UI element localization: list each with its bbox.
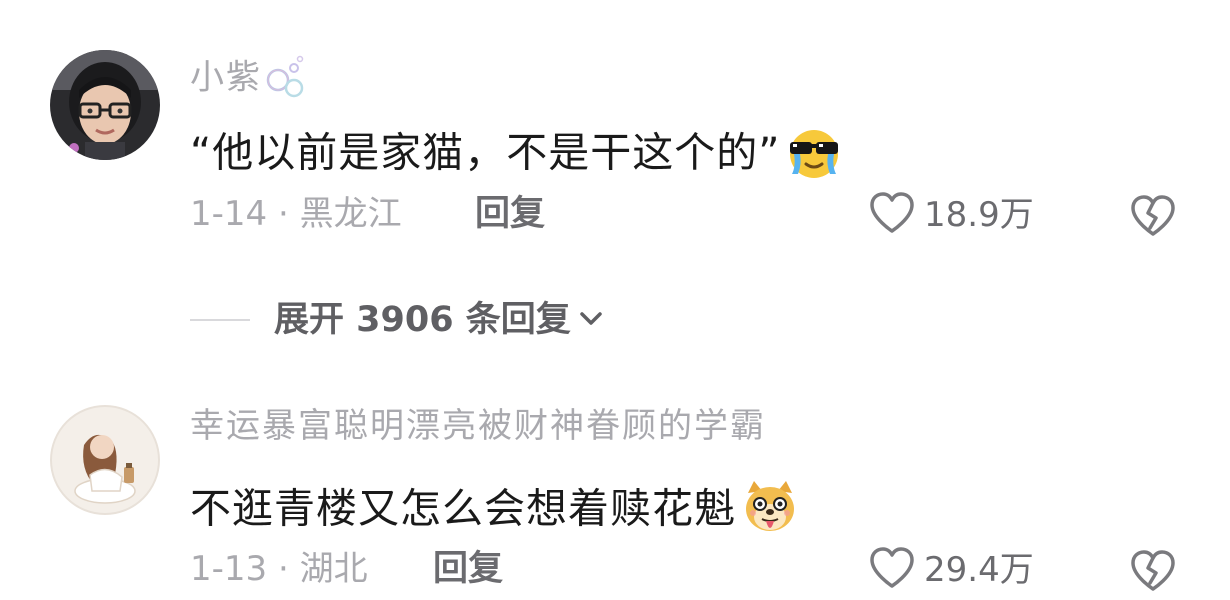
heart-outline-icon xyxy=(868,191,916,239)
username-text: 幸运暴富聪明漂亮被财神眷顾的学霸 xyxy=(190,406,766,446)
divider-line xyxy=(190,319,250,321)
comment-meta: 1-14 · 黑龙江 xyxy=(190,194,402,234)
expand-replies-button[interactable]: 展开 3906 条回复 xyxy=(190,298,605,342)
sunglasses-crying-emoji-icon xyxy=(784,124,844,187)
like-count: 18.9万 xyxy=(924,195,1034,235)
comment-list: 小紫 “他以前是家猫，不是干这个的” 1-14 · 黑龙江 回复 18.9万 展… xyxy=(0,0,1230,600)
broken-heart-icon xyxy=(1128,550,1178,599)
dislike-button[interactable] xyxy=(1128,545,1178,595)
username-text: 小紫 xyxy=(190,57,262,98)
like-count: 29.4万 xyxy=(924,550,1034,590)
reply-button[interactable]: 回复 xyxy=(475,197,545,232)
chevron-down-icon xyxy=(577,304,605,336)
username[interactable]: 幸运暴富聪明漂亮被财神眷顾的学霸 xyxy=(190,409,766,443)
comment-text: “他以前是家猫，不是干这个的” xyxy=(190,124,844,187)
dislike-button[interactable] xyxy=(1128,190,1178,240)
avatar[interactable] xyxy=(50,405,160,515)
comment-item: 幸运暴富聪明漂亮被财神眷顾的学霸 不逛青楼又怎么会想着赎花魁 1-13 · 湖北… xyxy=(0,395,1230,600)
expand-replies-label: 展开 3906 条回复 xyxy=(274,299,571,340)
broken-heart-icon xyxy=(1128,195,1178,244)
comment-text-body: “他以前是家猫，不是干这个的” xyxy=(190,128,781,177)
like-button[interactable]: 29.4万 xyxy=(868,545,1034,595)
like-button[interactable]: 18.9万 xyxy=(868,190,1034,240)
comment-item: 小紫 “他以前是家猫，不是干这个的” 1-14 · 黑龙江 回复 18.9万 xyxy=(0,40,1230,250)
avatar[interactable] xyxy=(50,50,160,160)
heart-outline-icon xyxy=(868,546,916,594)
comment-text: 不逛青楼又怎么会想着赎花魁 xyxy=(190,479,800,544)
doge-tongue-emoji-icon xyxy=(740,479,800,544)
bubbles-icon xyxy=(266,54,306,104)
reply-button[interactable]: 回复 xyxy=(433,552,503,587)
comment-meta: 1-13 · 湖北 xyxy=(190,549,368,589)
comment-text-body: 不逛青楼又怎么会想着赎花魁 xyxy=(190,484,736,533)
username[interactable]: 小紫 xyxy=(190,54,306,104)
